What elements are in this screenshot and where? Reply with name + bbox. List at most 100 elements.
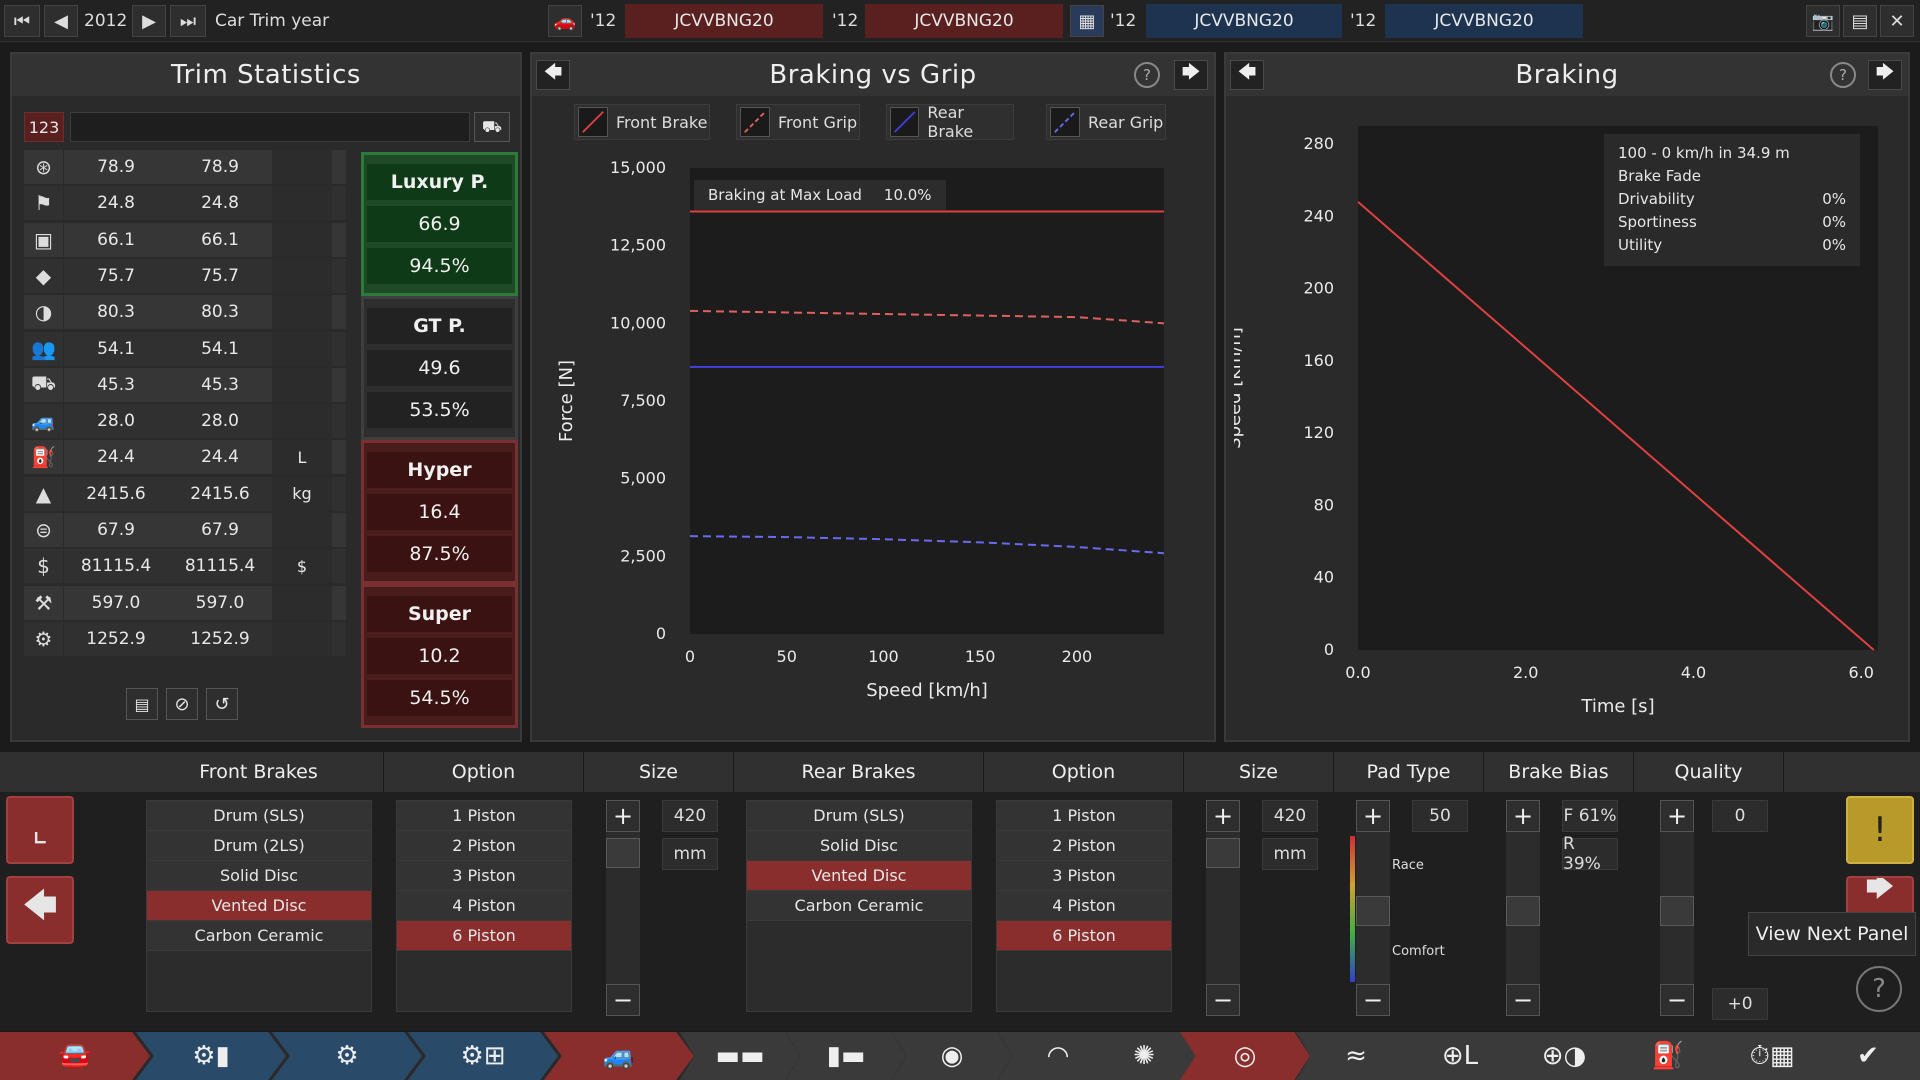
next-panel-button[interactable]: 🡆: [1868, 60, 1902, 90]
y-tick-label: 40: [1314, 568, 1334, 587]
nav-trim-icon[interactable]: ▬▬: [680, 1032, 800, 1080]
list-item[interactable]: 4 Piston: [997, 891, 1171, 921]
legend-front-grip[interactable]: Front Grip: [736, 104, 860, 140]
nav-engine-tune-icon[interactable]: ⚙⊞: [408, 1032, 558, 1080]
car-compare-icon[interactable]: 🚗: [548, 5, 582, 37]
nav-brakes-icon[interactable]: ◎: [1180, 1032, 1310, 1080]
list-item[interactable]: 1 Piston: [997, 801, 1171, 831]
nav-interior-icon[interactable]: ⊕L: [1400, 1032, 1520, 1080]
pad-type-slider-handle[interactable]: [1356, 896, 1390, 926]
list-item[interactable]: Vented Disc: [747, 861, 971, 891]
next-arrow-icon[interactable]: 🡆: [1846, 876, 1914, 916]
list-item[interactable]: 3 Piston: [997, 861, 1171, 891]
legend-rear-brake[interactable]: Rear Brake: [886, 103, 1014, 141]
list-item[interactable]: Drum (SLS): [147, 801, 371, 831]
list-item[interactable]: 6 Piston: [997, 921, 1171, 951]
quality-slider-handle[interactable]: [1660, 896, 1694, 926]
truck-folder-icon[interactable]: ⛟: [474, 112, 510, 142]
front-size-slider-handle[interactable]: [606, 838, 640, 868]
skip-forward-icon[interactable]: ⏭: [170, 5, 206, 37]
list-item[interactable]: Drum (SLS): [747, 801, 971, 831]
front-size-minus-button[interactable]: −: [606, 984, 640, 1016]
pad-comfort-label: Comfort: [1392, 944, 1445, 959]
nav-car-body-icon[interactable]: 🚘: [0, 1032, 150, 1080]
front-size-plus-button[interactable]: +: [606, 800, 640, 832]
rear-size-plus-button[interactable]: +: [1206, 800, 1240, 832]
back-arrow-icon[interactable]: 🡄: [6, 876, 74, 944]
help-icon[interactable]: ?: [1830, 62, 1856, 88]
calculator-icon[interactable]: ▤: [1843, 5, 1877, 37]
vehicle-3-tab[interactable]: JCVVBNG20: [1146, 4, 1342, 38]
header-rear-option: Option: [984, 752, 1184, 792]
nav-safety-icon[interactable]: ⊕◑: [1504, 1032, 1624, 1080]
list-item[interactable]: 1 Piston: [397, 801, 571, 831]
rear-size-unit: mm: [1262, 838, 1318, 870]
quality-plus-button[interactable]: +: [1660, 800, 1694, 832]
legend-rear-grip[interactable]: Rear Grip: [1046, 104, 1166, 140]
category-box[interactable]: Luxury P. 66.9 94.5%: [361, 152, 518, 296]
brake-bias-plus-button[interactable]: +: [1506, 800, 1540, 832]
list-item[interactable]: 4 Piston: [397, 891, 571, 921]
help-icon[interactable]: ?: [1134, 62, 1160, 88]
plot-area: [690, 168, 1164, 634]
brake-bias-slider-handle[interactable]: [1506, 896, 1540, 926]
rear-size-slider-handle[interactable]: [1206, 838, 1240, 868]
category-box[interactable]: Hyper 16.4 87.5%: [361, 440, 518, 584]
quality-minus-button[interactable]: −: [1660, 984, 1694, 1016]
clear-icon[interactable]: ⊘: [166, 688, 198, 720]
nav-wheels-icon[interactable]: ◉: [892, 1032, 1012, 1080]
nav-car-chassis-icon[interactable]: 🚙: [544, 1032, 694, 1080]
warning-icon[interactable]: !: [1846, 796, 1914, 864]
notes-icon[interactable]: ▤: [126, 688, 158, 720]
category-box[interactable]: GT P. 49.6 53.5%: [361, 296, 518, 440]
rear-size-value: 420: [1262, 800, 1318, 832]
help-icon[interactable]: ?: [1856, 966, 1902, 1012]
nav-aero-icon[interactable]: ≈: [1296, 1032, 1416, 1080]
prev-panel-button[interactable]: 🡄: [1230, 60, 1264, 90]
prev-panel-button[interactable]: 🡄: [536, 60, 570, 90]
x-axis-label: Time [s]: [1580, 696, 1654, 717]
stat-row: ⚙ 1252.9 1252.9: [24, 621, 346, 656]
chart-axes-icon[interactable]: ⌞: [6, 796, 74, 864]
nav-drivetrain-icon[interactable]: ⚙: [272, 1032, 422, 1080]
camera-icon[interactable]: 📷: [1806, 5, 1840, 37]
list-item[interactable]: 2 Piston: [397, 831, 571, 861]
list-item[interactable]: 6 Piston: [397, 921, 571, 951]
nav-suspension-icon[interactable]: ▮▬: [786, 1032, 906, 1080]
reset-icon[interactable]: ↺: [206, 688, 238, 720]
list-item[interactable]: 3 Piston: [397, 861, 571, 891]
category-box[interactable]: Super 10.2 54.5%: [361, 584, 518, 728]
vehicle-4-tab[interactable]: JCVVBNG20: [1385, 4, 1583, 38]
service-icon: ⚒: [24, 585, 64, 620]
info-value: 0%: [1822, 190, 1846, 208]
nav-finish-icon[interactable]: ✔: [1816, 1032, 1920, 1080]
trim-name-input[interactable]: [70, 112, 470, 142]
pad-type-plus-button[interactable]: +: [1356, 800, 1390, 832]
pad-type-minus-button[interactable]: −: [1356, 984, 1390, 1016]
nav-testing-icon[interactable]: ⏱▦: [1712, 1032, 1832, 1080]
nav-fuel-icon[interactable]: ⛽: [1608, 1032, 1728, 1080]
list-item[interactable]: Drum (2LS): [147, 831, 371, 861]
next-panel-button[interactable]: 🡆: [1174, 60, 1208, 90]
info-value: 0%: [1822, 213, 1846, 231]
list-item[interactable]: Solid Disc: [147, 861, 371, 891]
next-year-button[interactable]: ▶: [132, 5, 166, 37]
vehicle-2-tab[interactable]: JCVVBNG20: [865, 4, 1063, 38]
rear-size-minus-button[interactable]: −: [1206, 984, 1240, 1016]
prev-year-button[interactable]: ◀: [44, 5, 78, 37]
nav-engine-parts-icon[interactable]: ⚙▮: [136, 1032, 286, 1080]
category-name: Super: [367, 596, 512, 632]
list-item[interactable]: Carbon Ceramic: [147, 921, 371, 951]
list-item[interactable]: Vented Disc: [147, 891, 371, 921]
legend-front-brake[interactable]: Front Brake: [574, 104, 710, 140]
gear-hands-icon: ⚙: [24, 621, 64, 656]
calendar-icon[interactable]: ▦: [1070, 5, 1104, 37]
list-item[interactable]: 2 Piston: [997, 831, 1171, 861]
brake-bias-minus-button[interactable]: −: [1506, 984, 1540, 1016]
list-item[interactable]: Carbon Ceramic: [747, 891, 971, 921]
vehicle-1-tab[interactable]: JCVVBNG20: [625, 4, 823, 38]
category-name: Hyper: [367, 452, 512, 488]
close-icon[interactable]: ✕: [1880, 5, 1914, 37]
skip-back-icon[interactable]: ⏮: [4, 5, 40, 37]
list-item[interactable]: Solid Disc: [747, 831, 971, 861]
